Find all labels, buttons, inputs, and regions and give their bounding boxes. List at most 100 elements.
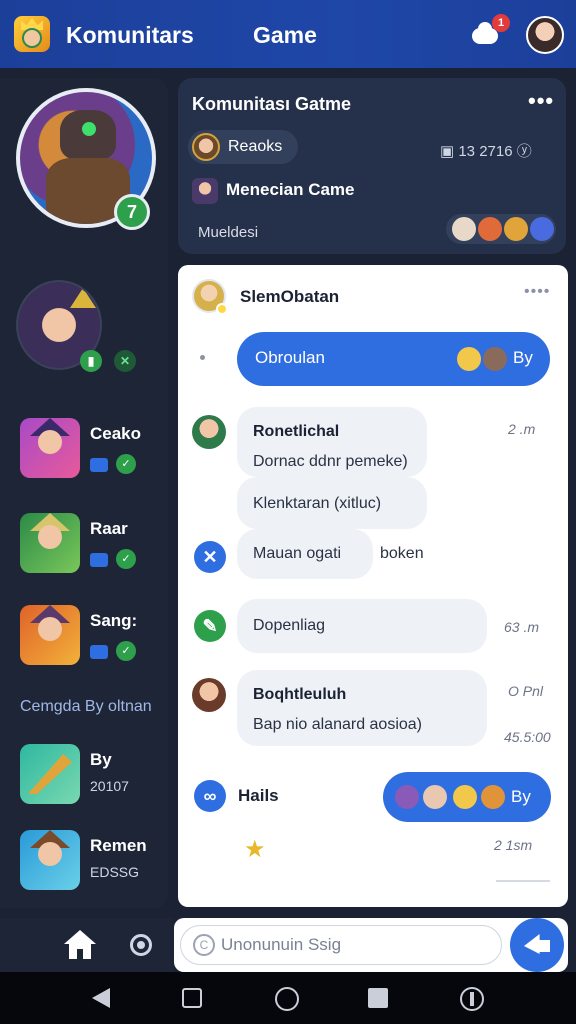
section-label: Cemgda By oltnan: [20, 698, 152, 715]
hero-game-icon: [20, 830, 80, 890]
outgoing-message[interactable]: Obroulan By: [237, 332, 550, 386]
online-status-icon: [216, 303, 228, 315]
community-game[interactable]: Menecian Came: [226, 180, 355, 200]
face-icon: [38, 842, 62, 866]
message-by: By: [511, 787, 531, 806]
bottom-nav: [0, 918, 174, 972]
notifications-button[interactable]: 1: [470, 14, 510, 46]
member-avatar: [452, 217, 476, 241]
face-icon: [22, 28, 42, 48]
check-icon: ✓: [116, 454, 136, 474]
close-icon[interactable]: ✕: [194, 541, 226, 573]
user-avatar: [481, 785, 505, 809]
home-door: [77, 949, 83, 959]
recent-row-1[interactable]: By 20107: [20, 744, 160, 808]
check-icon: ✓: [116, 549, 136, 569]
message-text-tail: boken: [380, 545, 424, 562]
message-by: By: [513, 348, 533, 367]
close-badge-icon[interactable]: ✕: [114, 350, 136, 372]
message-text: Mauan ogati: [253, 545, 342, 562]
reactions-label: Reaoks: [228, 138, 283, 155]
app-subtitle: Game: [253, 22, 317, 48]
message-time: 2 1sm: [494, 837, 533, 853]
sword-game-icon: [20, 744, 80, 804]
link-icon[interactable]: ∞: [194, 780, 226, 812]
game-avatar-icon: [192, 178, 218, 204]
member-avatars[interactable]: [446, 214, 556, 244]
recent-row-2[interactable]: Remen EDSSG: [20, 830, 160, 894]
chat-panel: SlemObatan •••• Obroulan By Ronetlichal …: [178, 265, 568, 907]
sender-name: Ronetlichal: [253, 423, 340, 440]
home-icon[interactable]: [64, 930, 96, 960]
face-icon: [38, 617, 62, 641]
game-row-3[interactable]: Sang: ✓: [20, 605, 160, 669]
sender-name: Boqhtleuluh: [253, 686, 347, 703]
incoming-message[interactable]: Boqhtleuluh Bap nio alanard aosioa): [237, 670, 487, 746]
user-avatar[interactable]: [192, 678, 226, 712]
recent-apps-icon[interactable]: [182, 988, 202, 1008]
back-icon[interactable]: [92, 988, 110, 1008]
blue-tag-icon: [90, 458, 108, 472]
game-row-1[interactable]: Ceako ✓: [20, 418, 160, 482]
member-avatar: [478, 217, 502, 241]
chat-cloud-icon: [472, 22, 498, 44]
warrior-game-icon: [20, 605, 80, 665]
game-row-2[interactable]: Raar ✓: [20, 513, 160, 577]
blue-tag-icon: [90, 553, 108, 567]
reactions-pill[interactable]: Reaoks: [188, 130, 298, 164]
elf-game-icon: [20, 513, 80, 573]
community-card[interactable]: Komunitası Gatme ••• Reaoks ▣ 13 2716 ⓨ …: [178, 78, 566, 254]
message-input[interactable]: [221, 932, 491, 958]
sender-name: Hails: [238, 786, 279, 805]
face-icon: [38, 525, 62, 549]
gear-icon[interactable]: [130, 934, 152, 956]
message-meta: 45.5:00: [504, 729, 551, 745]
game-meta: EDSSG: [90, 864, 140, 880]
community-footer: Mueldesi: [198, 224, 259, 241]
chat-header-name: SlemObatan: [240, 287, 340, 306]
assistant-icon[interactable]: [460, 987, 484, 1011]
game-label: By: [90, 750, 112, 769]
incoming-message[interactable]: Dopenliag: [237, 599, 487, 653]
message-time: 63 .m: [504, 619, 540, 635]
composer: C: [174, 918, 568, 972]
app-logo-icon[interactable]: [14, 16, 50, 52]
indicator-dot: [200, 355, 205, 360]
shield-badge-icon: ▮: [80, 350, 102, 372]
message-text: Bap nio alanard aosioa): [253, 716, 423, 733]
user-avatar[interactable]: [192, 415, 226, 449]
hero-level-badge[interactable]: 7: [114, 194, 150, 230]
face-icon: [38, 430, 62, 454]
emoji-icon[interactable]: C: [193, 934, 215, 956]
blue-tag-icon: [90, 645, 108, 659]
overview-icon[interactable]: [368, 988, 388, 1008]
incoming-message[interactable]: Klenktaran (xitluc): [237, 477, 427, 529]
incoming-message[interactable]: Mauan ogati: [237, 529, 373, 579]
notification-badge: 1: [492, 14, 510, 32]
member-avatar: [504, 217, 528, 241]
message-text: Dopenliag: [253, 617, 326, 634]
divider: [496, 880, 550, 882]
send-button[interactable]: [510, 918, 564, 972]
message-input-box[interactable]: C: [180, 925, 502, 965]
more-options-icon[interactable]: •••: [528, 88, 554, 114]
top-bar: Komunitars Game 1: [0, 0, 576, 68]
gem-icon: [82, 122, 96, 136]
wizard-game-icon: [20, 418, 80, 478]
sidebar: 7 ▮ ✕ Ceako ✓ Raar ✓ Sang: ✓ Cemgda By o…: [0, 78, 168, 908]
incoming-message[interactable]: Ronetlichal Dornac ddnr pemeke): [237, 407, 427, 477]
more-options-icon[interactable]: ••••: [524, 283, 550, 301]
profile-avatar[interactable]: [526, 16, 564, 54]
star-icon[interactable]: ★: [244, 835, 266, 864]
community-stats: ▣ 13 2716 ⓨ: [440, 143, 532, 160]
community-title: Komunitası Gatme: [192, 94, 352, 114]
system-nav-bar: [0, 972, 576, 1024]
edit-icon[interactable]: ✎: [194, 610, 226, 642]
message-time: O Pnl: [508, 683, 544, 699]
home-circle-icon[interactable]: [275, 987, 299, 1011]
app-title: Komunitars: [66, 22, 194, 48]
game-label: Ceako: [90, 424, 142, 443]
outgoing-message[interactable]: By: [383, 772, 551, 822]
game-meta: 20107: [90, 778, 129, 794]
game-label: Sang:: [90, 611, 138, 630]
